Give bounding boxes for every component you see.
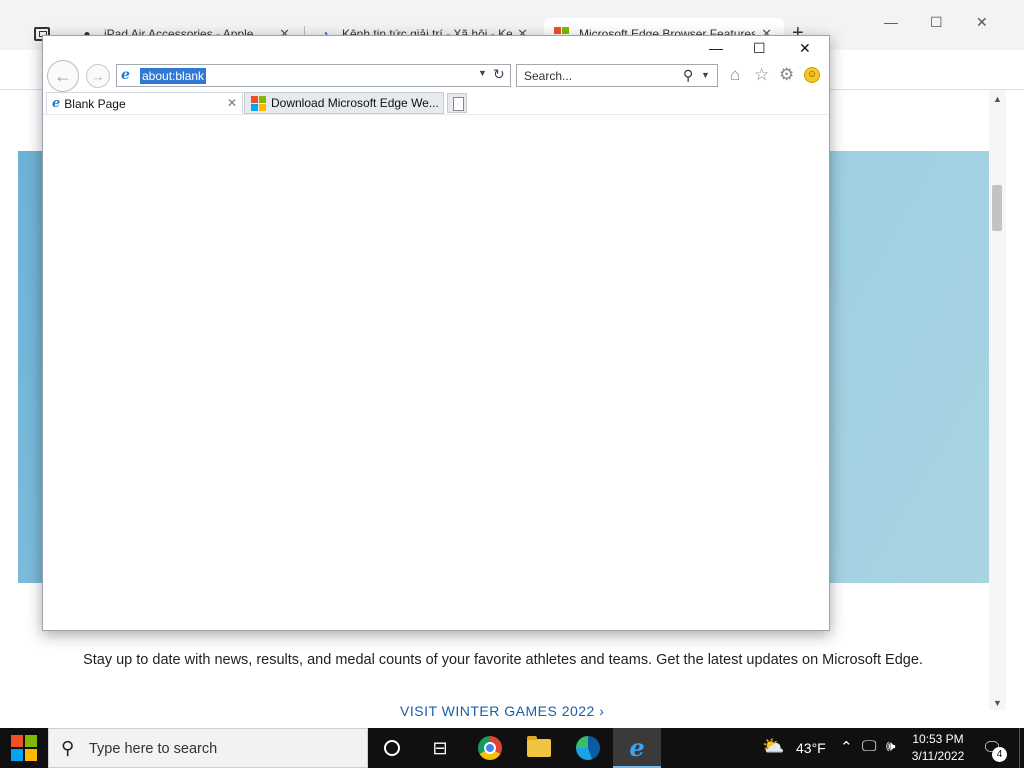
forward-button[interactable]: → [86, 64, 110, 88]
ie-tab-download-edge[interactable]: Download Microsoft Edge We... [244, 92, 444, 114]
close-tab-icon[interactable]: ✕ [227, 96, 237, 110]
chevron-up-icon[interactable]: ⌃ [840, 738, 853, 756]
search-input[interactable]: Search... [524, 69, 572, 83]
clock-date: 3/11/2022 [911, 749, 965, 763]
address-bar[interactable]: e about:blank ▼ ↻ [116, 64, 511, 87]
file-explorer-button[interactable] [515, 728, 563, 768]
refresh-icon[interactable]: ↻ [493, 66, 505, 83]
cortana-button[interactable] [368, 728, 416, 768]
task-view-button[interactable]: ⊟ [416, 728, 464, 768]
edge-icon [576, 736, 600, 760]
search-icon: ⚲ [61, 738, 75, 758]
task-view-icon: ⊟ [432, 737, 448, 758]
scroll-thumb[interactable] [992, 185, 1002, 231]
edge-taskbar-button[interactable] [564, 728, 612, 768]
clock-time: 10:53 PM [912, 732, 964, 746]
microsoft-logo-icon [251, 95, 266, 111]
forward-arrow-icon: → [91, 68, 105, 84]
taskbar: ⚲ Type here to search ⊟ e ⛅ 43°F ⌃ 🖵 🕪 1… [0, 728, 1024, 768]
windows-logo-icon [11, 735, 37, 761]
ie-window: — ☐ ✕ ← → e about:blank ▼ ↻ Search... ⚲ … [42, 35, 830, 631]
ie-taskbar-button[interactable]: e [613, 728, 661, 768]
new-tab-button[interactable] [447, 93, 467, 113]
search-icon[interactable]: ⚲ [683, 67, 693, 84]
chrome-icon [478, 736, 502, 760]
volume-icon[interactable]: 🕪 [886, 738, 895, 755]
system-clock[interactable]: 10:53 PM 3/11/2022 [906, 731, 970, 765]
address-dropdown-icon[interactable]: ▼ [478, 68, 487, 78]
search-dropdown-icon[interactable]: ▼ [701, 70, 710, 80]
feedback-smiley-icon[interactable]: ☺ [804, 67, 820, 83]
search-box[interactable]: Search... ⚲ ▼ [516, 64, 718, 87]
show-desktop-button[interactable] [1019, 728, 1024, 768]
ie-tab-row: e Blank Page ✕ Download Microsoft Edge W… [43, 92, 829, 114]
home-icon[interactable]: ⌂ [730, 65, 740, 85]
ie-logo-icon: e [121, 67, 130, 83]
weather-cloud-icon[interactable]: ⛅ [762, 736, 784, 757]
ie-minimize-button[interactable]: — [709, 40, 723, 56]
file-explorer-icon [527, 736, 551, 757]
edge-maximize-button[interactable]: ☐ [930, 14, 943, 31]
ie-tab-title: Download Microsoft Edge We... [271, 96, 439, 110]
address-input[interactable]: about:blank [140, 68, 207, 84]
edge-minimize-button[interactable]: — [884, 14, 898, 30]
notification-count-badge: 4 [992, 747, 1007, 762]
ie-close-button[interactable]: ✕ [799, 40, 811, 57]
cortana-icon [384, 740, 400, 756]
ie-logo-icon: e [52, 96, 61, 111]
settings-gear-icon[interactable]: ⚙ [779, 65, 794, 85]
ie-maximize-button[interactable]: ☐ [753, 40, 766, 57]
ie-page-content[interactable] [43, 115, 829, 630]
internet-explorer-icon: e [629, 732, 645, 762]
taskbar-search[interactable]: ⚲ Type here to search [48, 728, 368, 768]
ie-tab-blank-page[interactable]: e Blank Page ✕ [46, 92, 243, 114]
scroll-down-icon[interactable]: ▼ [993, 698, 1002, 708]
ie-tab-title: Blank Page [64, 96, 126, 111]
weather-temperature[interactable]: 43°F [796, 740, 826, 756]
promo-text: Stay up to date with news, results, and … [83, 652, 923, 668]
chrome-button[interactable] [466, 728, 514, 768]
promo-link[interactable]: VISIT WINTER GAMES 2022 › [400, 703, 604, 719]
favorites-star-icon[interactable]: ☆ [754, 65, 769, 85]
start-button[interactable] [0, 728, 48, 768]
edge-scrollbar[interactable]: ▲ ▼ [989, 90, 1006, 710]
back-arrow-icon: ← [54, 65, 72, 86]
back-button[interactable]: ← [47, 60, 79, 92]
scroll-up-icon[interactable]: ▲ [993, 94, 1002, 104]
edge-close-button[interactable]: ✕ [976, 14, 988, 31]
network-icon[interactable]: 🖵 [862, 738, 876, 755]
taskbar-search-input[interactable]: Type here to search [89, 741, 217, 757]
